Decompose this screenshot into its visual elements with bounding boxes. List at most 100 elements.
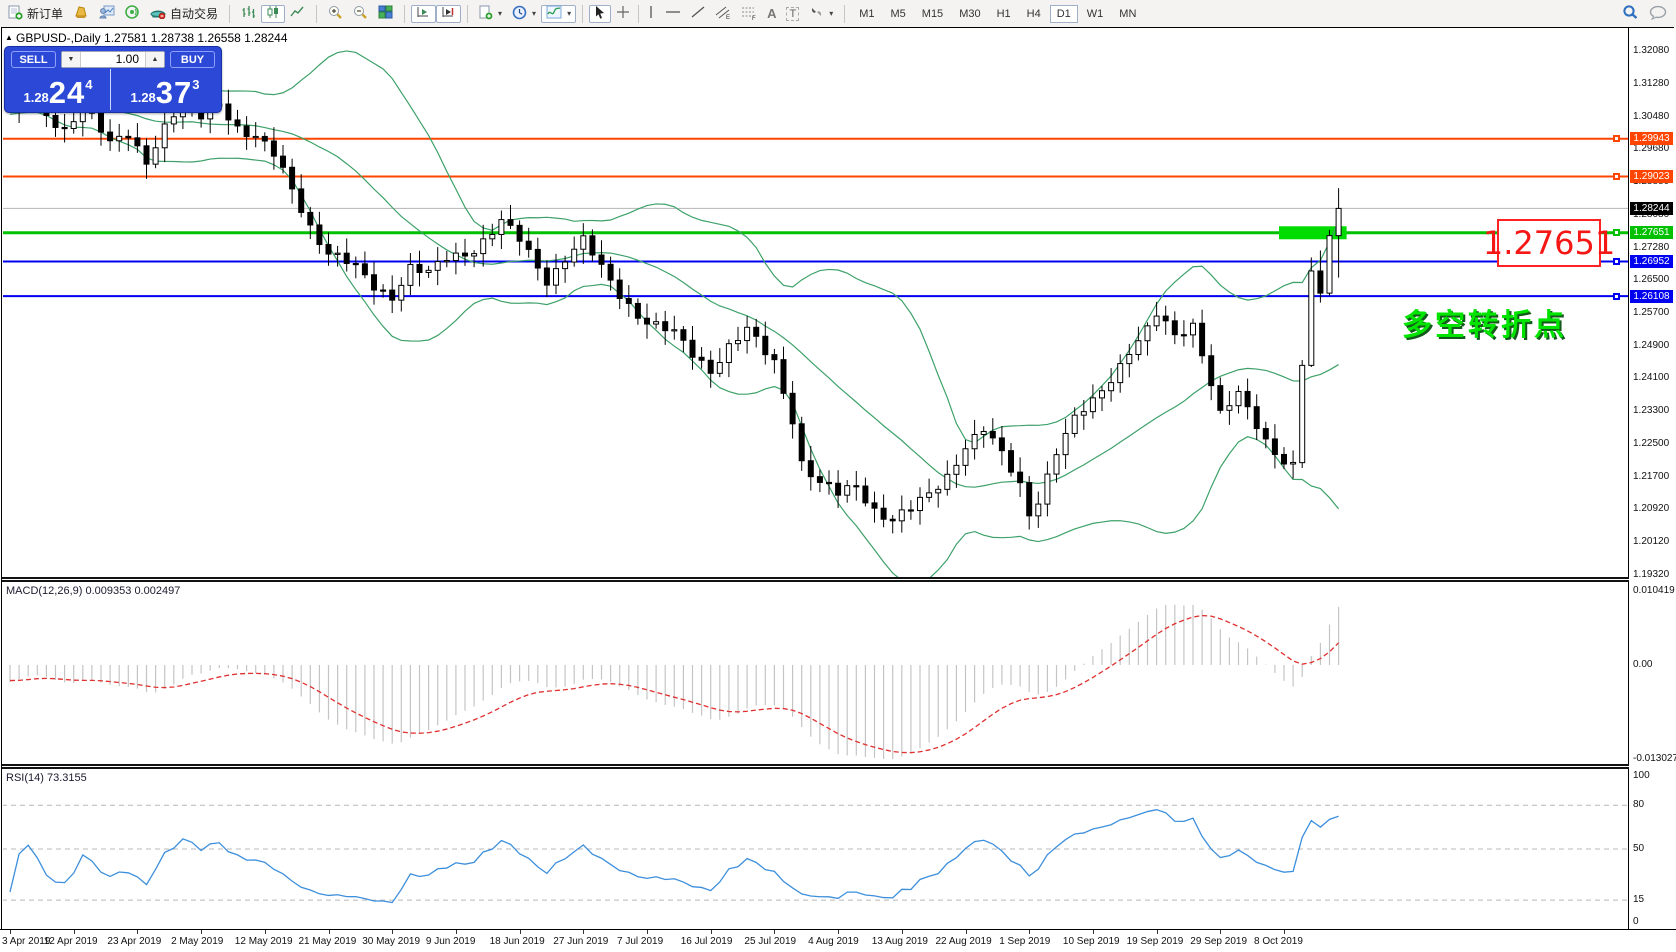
arrows-tool-button[interactable]: ▾	[804, 5, 838, 23]
bar-chart-button[interactable]	[236, 5, 261, 23]
date-axis-tick	[647, 930, 648, 934]
macd-signal-value: 0.002497	[134, 585, 181, 597]
toolbar-separator	[229, 4, 231, 23]
date-axis-tick	[774, 930, 776, 934]
signals-icon	[125, 4, 140, 23]
collapse-panel-arrow[interactable]: ▲	[5, 33, 13, 42]
toolbar-separator	[467, 4, 469, 23]
vertical-line-icon	[647, 5, 655, 22]
price-axis: 1.320801.312801.304801.296801.288801.280…	[1629, 28, 1676, 929]
strategy-tester-button[interactable]	[94, 5, 120, 23]
date-axis-tick	[1092, 930, 1094, 934]
mt-terminal-window: 新订单 自动交易 ▾ ▾ ▾ E F A T ▾ M1 M5 M15 M30 H…	[0, 0, 1676, 952]
price-axis-tick: 1.24100	[1633, 372, 1670, 384]
price-axis-tick: 1.21700	[1633, 470, 1670, 482]
sell-price-display[interactable]: 1.28 24 4	[6, 69, 111, 110]
macd-axis-tick: 0.010419	[1633, 585, 1675, 596]
toolbar-separator	[582, 4, 584, 23]
rsi-axis-tick: 0	[1633, 916, 1639, 927]
buy-price-display[interactable]: 1.28 37 3	[113, 69, 217, 110]
timeframe-button-m5[interactable]: M5	[884, 5, 913, 23]
macd-axis-tick: 0.00	[1633, 659, 1653, 670]
dropdown-caret-icon: ▾	[532, 9, 537, 18]
price-axis-tick: 1.27280	[1633, 241, 1670, 253]
timeframe-button-m15[interactable]: M15	[915, 5, 950, 23]
price-level-tag: 1.29023	[1630, 169, 1673, 183]
volume-increase-button[interactable]: ▲	[145, 52, 164, 67]
buy-price-small: 1.28	[130, 90, 156, 105]
price-axis-tick: 1.26500	[1633, 274, 1670, 285]
date-axis-label: 22 Aug 2019	[935, 936, 992, 947]
one-click-trading-panel: SELL ▼ 1.00 ▲ BUY 1.28 24 4 1.28 37 3	[4, 46, 222, 113]
pane-separator-macd[interactable]	[2, 577, 1629, 582]
buy-button[interactable]: BUY	[170, 51, 215, 68]
sell-button[interactable]: SELL	[11, 51, 56, 68]
timeframe-button-h4[interactable]: H4	[1020, 5, 1048, 23]
date-axis-tick	[901, 930, 903, 934]
signals-button[interactable]	[120, 4, 145, 23]
pane-separator-rsi[interactable]	[2, 764, 1629, 769]
new-order-button[interactable]: 新订单	[3, 5, 68, 23]
periods-button[interactable]: ▾	[507, 5, 541, 23]
date-axis-tick	[455, 930, 457, 934]
algo-trading-button[interactable]: 自动交易	[145, 5, 223, 23]
date-axis-tick	[328, 930, 330, 934]
cursor-tool-button[interactable]	[589, 4, 612, 23]
horizontal-line-tool-button[interactable]	[660, 5, 686, 23]
vertical-line-tool-button[interactable]	[642, 5, 660, 23]
chat-icon[interactable]	[1649, 5, 1668, 23]
toolbar: 新订单 自动交易 ▾ ▾ ▾ E F A T ▾ M1 M5 M15 M30 H…	[0, 0, 1676, 27]
line-chart-button[interactable]	[285, 5, 310, 23]
hline-anchor-handle[interactable]	[1613, 135, 1620, 143]
volume-decrease-button[interactable]: ▼	[62, 52, 81, 67]
date-axis-tick	[264, 930, 266, 934]
chart-shift-button[interactable]	[436, 4, 462, 23]
new-order-label: 新订单	[27, 7, 64, 21]
hline-anchor-handle[interactable]	[1613, 172, 1620, 180]
auto-scroll-button[interactable]	[411, 4, 437, 23]
price-level-tag: 1.28244	[1630, 201, 1673, 215]
date-axis-tick	[1284, 930, 1285, 934]
timeframe-group: M1 M5 M15 M30 H1 H4 D1 W1 MN	[848, 0, 1147, 27]
cn-text-annotation[interactable]: 多空转折点	[1402, 300, 1567, 344]
price-axis-tick: 1.32080	[1633, 45, 1670, 56]
crosshair-tool-button[interactable]	[611, 5, 635, 23]
fibonacci-tool-button[interactable]: F	[736, 5, 762, 23]
date-axis-label: 1 Sep 2019	[999, 936, 1051, 947]
market-depth-button[interactable]	[68, 5, 94, 23]
date-axis-label: 18 Jun 2019	[489, 936, 545, 947]
buy-price-pip: 3	[192, 77, 200, 92]
tile-windows-button[interactable]	[373, 5, 398, 23]
label-tool-button[interactable]: T	[781, 5, 804, 23]
text-icon: A	[767, 6, 777, 21]
zoom-in-button[interactable]	[323, 5, 348, 23]
candlestick-chart-button[interactable]	[261, 4, 286, 23]
auto-scroll-icon	[416, 5, 431, 22]
macd-name: MACD(12,26,9)	[6, 585, 83, 597]
equidistant-channel-icon: E	[715, 5, 731, 23]
price-callout-box[interactable]: 1.27651	[1483, 219, 1615, 267]
new-template-button[interactable]: ▾	[474, 5, 507, 23]
price-axis-tick: 1.25700	[1633, 306, 1670, 318]
timeframe-button-w1[interactable]: W1	[1080, 5, 1111, 23]
timeframe-button-m30[interactable]: M30	[952, 5, 987, 23]
zoom-out-button[interactable]	[348, 5, 373, 23]
volume-input[interactable]: 1.00	[81, 52, 145, 67]
trendline-tool-button[interactable]	[686, 5, 710, 23]
price-axis-tick: 1.22500	[1633, 438, 1670, 450]
price-axis-tick: 1.23300	[1633, 405, 1670, 417]
new-order-icon	[8, 5, 23, 22]
date-axis-tick	[10, 930, 11, 934]
text-tool-button[interactable]: A	[762, 5, 781, 23]
timeframe-button-m1[interactable]: M1	[852, 5, 881, 23]
toolbar-separator	[404, 4, 406, 23]
timeframe-button-h1[interactable]: H1	[990, 5, 1018, 23]
channel-tool-button[interactable]: E	[710, 5, 736, 23]
hline-anchor-handle[interactable]	[1613, 292, 1620, 300]
sell-price-big: 24	[48, 75, 86, 110]
date-axis-label: 2 May 2019	[171, 936, 224, 947]
search-icon[interactable]	[1622, 4, 1639, 23]
timeframe-button-d1[interactable]: D1	[1049, 4, 1078, 23]
indicators-button[interactable]: ▾	[541, 4, 577, 23]
timeframe-button-mn[interactable]: MN	[1112, 5, 1143, 23]
